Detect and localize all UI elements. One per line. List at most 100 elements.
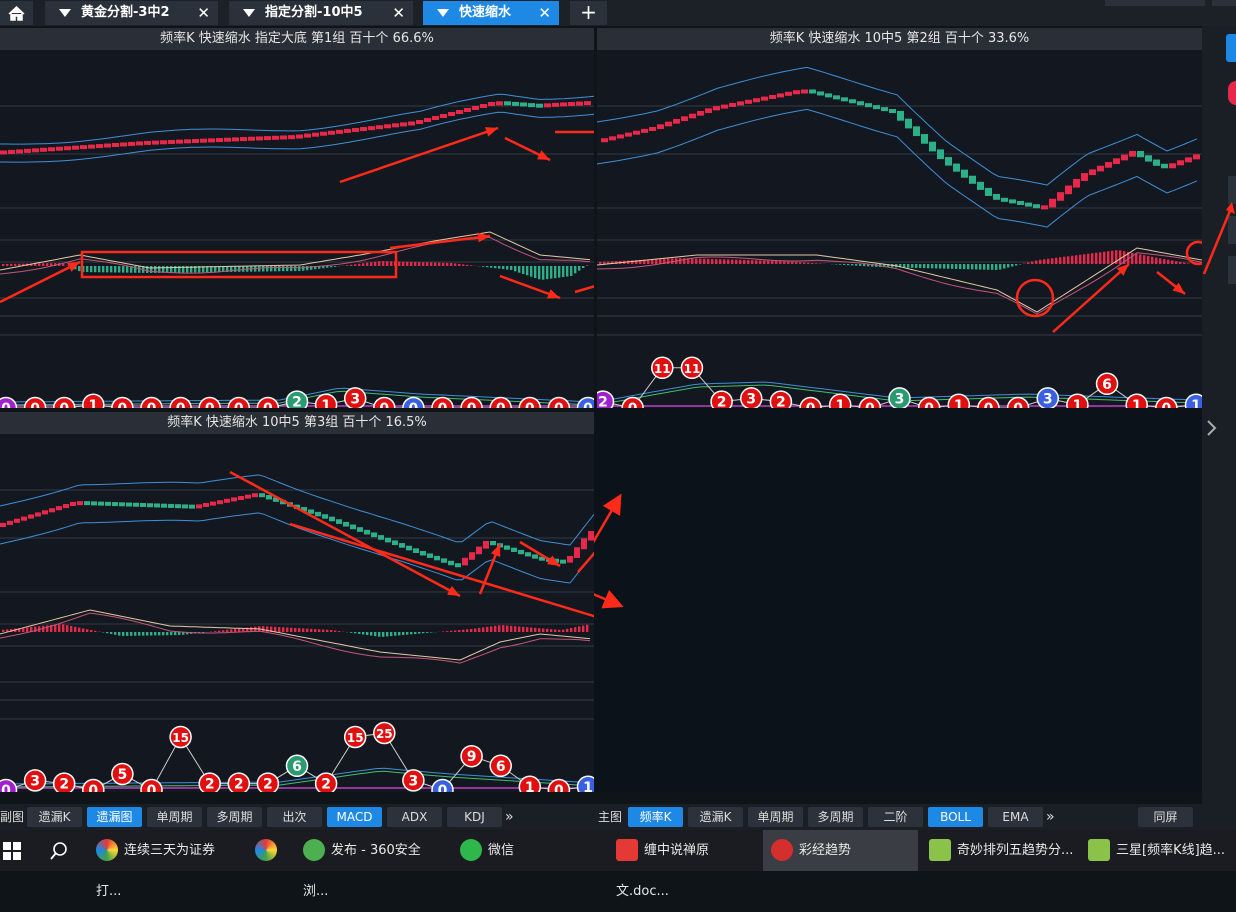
btn-boll[interactable]: BOLL (928, 807, 983, 827)
btn-kdj[interactable]: KDJ (447, 807, 502, 827)
btn-miss-chart[interactable]: 遗漏图 (87, 807, 142, 827)
candle (560, 102, 567, 106)
btn-same-screen[interactable]: 同屏 (1138, 807, 1193, 827)
btn-miss-k[interactable]: 遗漏K (27, 807, 82, 827)
tab-golden-split[interactable]: 黄金分割-3中2✕ (45, 1, 218, 25)
candle (344, 129, 351, 133)
macd-bar (270, 266, 272, 271)
candle (80, 145, 87, 149)
miss-badge-label: 1 (321, 398, 331, 408)
taskbar-item-plw[interactable]: 奇妙排列五趋势分... (923, 830, 1078, 871)
macd-bar (298, 266, 300, 271)
macd-bar (1083, 254, 1085, 264)
macd-bar (1079, 255, 1081, 264)
btn-second-order[interactable]: 二阶 (868, 807, 923, 827)
macd-bar (679, 258, 681, 264)
macd-bar (90, 266, 92, 272)
taskbar-item-browser[interactable] (245, 830, 290, 871)
macd-bar (450, 263, 452, 266)
more-left[interactable]: » (505, 807, 514, 827)
macd-bar (86, 629, 88, 632)
macd-bar (490, 266, 492, 268)
candle (224, 499, 230, 503)
macd-bar (338, 631, 340, 632)
macd-bar (86, 266, 88, 272)
macd-bar (783, 261, 785, 264)
window-button[interactable] (1212, 0, 1236, 6)
macd-bar (1015, 264, 1017, 266)
macd-bar (546, 266, 548, 279)
macd-bar (995, 264, 997, 270)
tab-specified-split[interactable]: 指定分割-10中5✕ (229, 1, 413, 25)
taskbar-item-wechat[interactable]: 微信 (452, 830, 602, 871)
candle (512, 102, 519, 106)
candle (929, 142, 936, 152)
btn-multi-period[interactable]: 多周期 (808, 807, 863, 827)
macd-bar (1095, 253, 1097, 264)
miss-badge-label: 1 (835, 398, 845, 408)
macd-bar (38, 263, 40, 266)
btn-frequency-k[interactable]: 频率K (628, 807, 683, 827)
macd-bar (1019, 264, 1021, 265)
search-icon[interactable] (50, 842, 68, 860)
more-right[interactable]: » (1046, 807, 1055, 827)
btn-count[interactable]: 出次 (267, 807, 322, 827)
side-toggle[interactable] (1226, 34, 1236, 62)
macd-bar (943, 264, 945, 269)
miss-badge-label: 0 (147, 783, 157, 792)
home-button[interactable] (0, 1, 33, 25)
macd-bar (502, 625, 504, 632)
macd-bar (58, 624, 60, 632)
panel-title: 频率K 快速缩水 指定大底 第1组 百十个 66.6% (0, 28, 594, 50)
macd-bar (775, 261, 777, 264)
tab-quick-shrink[interactable]: 快速缩水✕ (423, 1, 559, 25)
macd-bar (927, 264, 929, 268)
taskbar-item-sanxing[interactable]: 三星[频率K线]趋... (1082, 830, 1236, 871)
add-tab-button[interactable]: + (570, 1, 607, 25)
miss-badge-label: 0 (496, 401, 506, 408)
chart-panel-3: 频率K 快速缩水 10中5 第3组 百十个 16.5% 032050152226… (0, 412, 594, 792)
btn-multi-period[interactable]: 多周期 (207, 807, 262, 827)
candle (413, 548, 419, 553)
macd-bar (935, 264, 937, 268)
macd-bar (1039, 260, 1041, 264)
btn-ema[interactable]: EMA (988, 807, 1043, 827)
close-icon[interactable]: ✕ (538, 1, 551, 25)
candle (1153, 160, 1160, 166)
taskbar-item-security[interactable]: 连续三天为证券打... (88, 830, 240, 871)
window-button[interactable] (1105, 0, 1205, 6)
macd-bar (322, 630, 324, 632)
macd-bar (1179, 262, 1181, 264)
candle (945, 157, 952, 165)
close-icon[interactable]: ✕ (197, 1, 210, 25)
btn-single-period[interactable]: 单周期 (147, 807, 202, 827)
macd-bar (599, 262, 601, 264)
btn-adx[interactable]: ADX (387, 807, 442, 827)
btn-single-period[interactable]: 单周期 (748, 807, 803, 827)
macd-bar (162, 632, 164, 635)
windows-start-icon[interactable] (3, 842, 21, 860)
btn-macd[interactable]: MACD (327, 807, 382, 827)
candle (713, 106, 720, 110)
macd-bar (94, 266, 96, 272)
taskbar-item-wps[interactable]: 缠中说禅原文.doc... (608, 830, 758, 871)
miss-badge-label: 2 (234, 777, 244, 792)
chevron-right-icon[interactable] (1204, 418, 1220, 438)
macd-bar (570, 266, 572, 276)
macd-bar (46, 263, 48, 266)
macd-bar (542, 629, 544, 633)
candle (897, 111, 904, 121)
taskbar-item-360[interactable]: 发布 - 360安全浏... (295, 830, 445, 871)
btn-miss-k[interactable]: 遗漏K (688, 807, 743, 827)
browser-icon (255, 839, 277, 861)
macd-bar (70, 626, 72, 632)
close-icon[interactable]: ✕ (392, 1, 405, 25)
macd-bar (991, 264, 993, 270)
macd-bar (62, 624, 64, 632)
taskbar-item-caijing[interactable]: 彩经趋势 (763, 830, 918, 871)
macd-bar (1175, 261, 1177, 264)
macd-bar (1047, 259, 1049, 264)
macd-bar (410, 262, 412, 266)
macd-bar (66, 625, 68, 632)
macd-bar (74, 627, 76, 632)
